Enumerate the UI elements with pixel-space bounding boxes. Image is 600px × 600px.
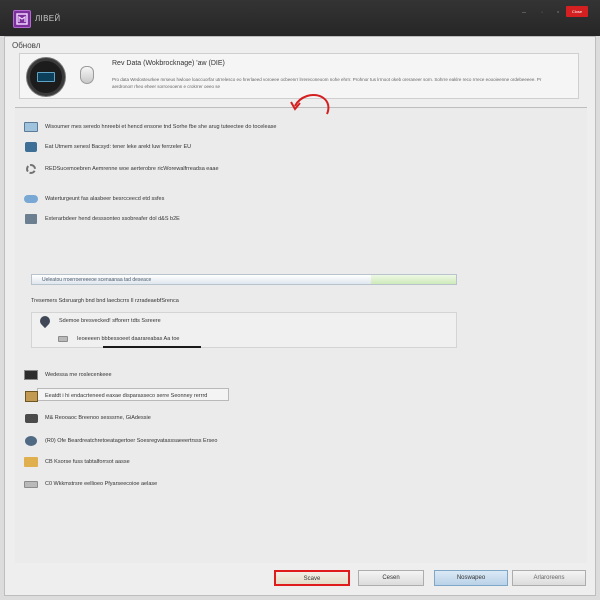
folder-icon xyxy=(23,456,39,468)
drive-icon xyxy=(23,478,39,490)
maximize-icon[interactable]: · xyxy=(536,9,548,16)
option-row[interactable]: M& Reooaoc Breenoo sesssrne, GiAdessie xyxy=(23,411,151,425)
cancel-button[interactable]: Cesen xyxy=(358,570,424,586)
progress-bar: Ueleatou rroerroereeeoe scenaanaa tad de… xyxy=(31,274,457,285)
subgroup-row[interactable]: Ieoeeeen bbbessoeet daarareabas Aa toe xyxy=(55,332,179,346)
screen-icon xyxy=(23,369,39,381)
curved-arrow-icon xyxy=(290,94,330,115)
option-row[interactable]: Waterturgeunt fas alasbeer besrcceecd et… xyxy=(23,192,164,206)
options-panel: Wisoumer mes seredo hnreebi et hencd ens… xyxy=(15,94,587,563)
minimize-icon[interactable]: – xyxy=(518,9,530,16)
progress-complete-segment xyxy=(371,275,456,284)
option-row[interactable]: CB Ksorse fuss tabtalforrsot aasse xyxy=(23,455,130,469)
app-logo xyxy=(13,10,31,28)
group-label: Tresemers Sdsruargh bnd bnd laecbcrrs Il… xyxy=(31,298,179,304)
option-row[interactable]: (R0) Ofe Beardreatchretoeatagertoer Soes… xyxy=(23,434,217,448)
option-row[interactable]: REDSucemoebren Aemrenne woe aerterobre r… xyxy=(23,162,219,176)
device-icon xyxy=(27,58,65,96)
main-window: Обновл Rev Data (Wokbrocknage) 'aw (DIE)… xyxy=(4,36,596,596)
option-row[interactable]: Eat Utmem senesl Bacsyd: tener leke arek… xyxy=(23,140,191,154)
disk-icon xyxy=(23,213,39,225)
option-row[interactable]: C0 Wkkmstrsre eellioeo Pfyarseecoioe ael… xyxy=(23,477,157,491)
progress-label: Ueleatou rroerroereeeoe scenaanaa tad de… xyxy=(42,277,152,283)
pen-icon xyxy=(37,313,53,329)
title-bar: ЛІВЕЙ – · ▫ Close xyxy=(0,0,600,36)
option-label: CB Ksorse fuss tabtalforrsot aasse xyxy=(45,459,130,465)
option-label: Exterarbdeer hend desssonteo ssobreafer … xyxy=(45,216,180,222)
restore-icon[interactable]: ▫ xyxy=(552,9,564,16)
header-title: Rev Data (Wokbrocknage) 'aw (DIE) xyxy=(112,60,225,67)
apply-button[interactable]: Noswapeo xyxy=(434,570,508,586)
save-button[interactable]: Scave xyxy=(274,570,350,586)
option-label: Eeatdt i hi endacrteneed eaxae disparass… xyxy=(45,393,208,399)
subgroup-underline xyxy=(103,346,201,348)
hdd-icon xyxy=(55,333,71,345)
section-label: Обновл xyxy=(12,41,41,50)
option-label: M& Reooaoc Breenoo sesssrne, GiAdessie xyxy=(45,415,151,421)
option-label: Wedessa rne roslecenkeee xyxy=(45,372,112,378)
header-description: Pro data Wedosteurkee mrseus hwlooe loac… xyxy=(112,77,542,89)
option-label: C0 Wkkmstrsre eellioeo Pfyarseecoioe ael… xyxy=(45,481,158,487)
app-logo-icon xyxy=(16,13,28,25)
gear-icon xyxy=(23,163,39,175)
option-label: Eat Utmem senesl Bacsyd: tener leke arek… xyxy=(45,144,192,150)
device-screen-icon xyxy=(37,72,55,82)
speaker-icon xyxy=(23,141,39,153)
camera-icon xyxy=(23,412,39,424)
monitor-icon xyxy=(23,121,39,133)
photo-icon xyxy=(23,390,39,402)
option-row[interactable]: Exterarbdeer hend desssonteo ssobreafer … xyxy=(23,212,180,226)
cloud-icon xyxy=(23,193,39,205)
option-label: Waterturgeunt fas alasbeer besrcceecd et… xyxy=(45,196,165,202)
subgroup-row[interactable]: Sdemoe bresvecked! sfforerr tdts Ssreere xyxy=(37,313,161,329)
subgroup-label: Ieoeeeen bbbessoeet daarareabas Aa toe xyxy=(77,336,180,342)
option-row[interactable]: Wedessa rne roslecenkeee xyxy=(23,368,112,382)
help-button[interactable]: Arlaroreens xyxy=(512,570,586,586)
close-button[interactable]: Close xyxy=(566,6,588,17)
window-title: ЛІВЕЙ xyxy=(35,14,61,23)
mouse-icon xyxy=(80,66,94,84)
subgroup-label: Sdemoe bresvecked! sfforerr tdts Ssreere xyxy=(59,318,161,324)
option-row[interactable]: Eeatdt i hi endacrteneed eaxae disparass… xyxy=(23,389,207,403)
option-label: Wisoumer mes seredo hnreebi et hencd ens… xyxy=(45,124,277,130)
option-label: REDSucemoebren Aemrenne woe aerterobre r… xyxy=(45,166,219,172)
option-row[interactable]: Wisoumer mes seredo hnreebi et hencd ens… xyxy=(23,120,276,134)
option-label: (R0) Ofe Beardreatchretoeatagertoer Soes… xyxy=(45,438,218,444)
network-icon xyxy=(23,435,39,447)
